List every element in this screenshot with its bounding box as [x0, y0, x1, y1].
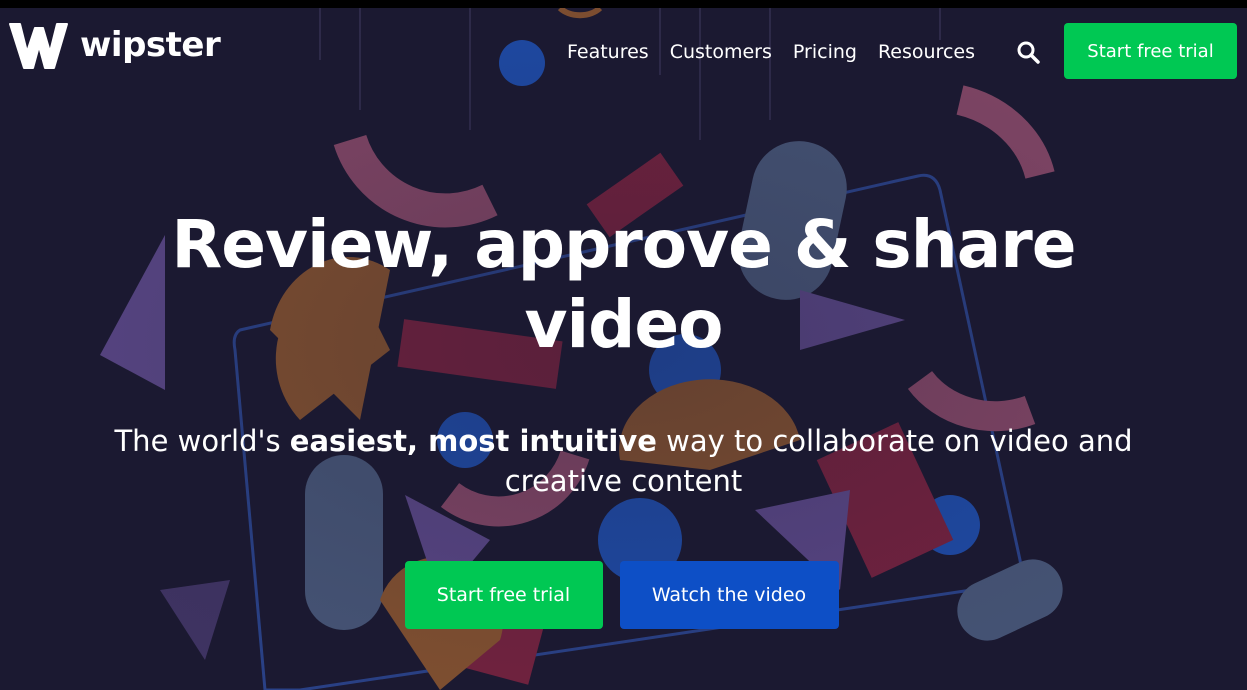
watch-video-button[interactable]: Watch the video — [619, 561, 839, 629]
hero-start-free-trial-button[interactable]: Start free trial — [404, 561, 603, 629]
nav-resources[interactable]: Resources — [877, 38, 976, 66]
hero-section: Review, approve & share video — [0, 205, 1247, 365]
top-strip — [0, 0, 1247, 8]
nav-pricing[interactable]: Pricing — [792, 38, 858, 66]
brand-logo[interactable]: wipster — [8, 18, 221, 72]
main-nav: Features Customers Pricing Resources — [566, 38, 976, 66]
hero-subtitle: The world's easiest, most intuitive way … — [0, 421, 1247, 501]
search-icon — [1017, 41, 1040, 64]
site-header: wipster Features Customers Pricing Resou… — [0, 8, 1247, 88]
wipster-w-logo-icon — [9, 23, 68, 69]
hero-cta-row: Start free trial Watch the video — [0, 561, 1247, 629]
hero-title-line2: video — [524, 286, 724, 363]
subtitle-lead: The world's — [114, 424, 290, 458]
hero-title-line1: Review, approve & share — [171, 206, 1076, 283]
subtitle-bold: easiest, most intuitive — [289, 424, 657, 458]
hero-title: Review, approve & share video — [144, 205, 1104, 365]
nav-customers[interactable]: Customers — [669, 38, 773, 66]
header-start-free-trial-button[interactable]: Start free trial — [1064, 23, 1237, 79]
brand-name: wipster — [80, 25, 221, 65]
nav-features[interactable]: Features — [566, 38, 650, 66]
search-button[interactable] — [1014, 38, 1042, 66]
